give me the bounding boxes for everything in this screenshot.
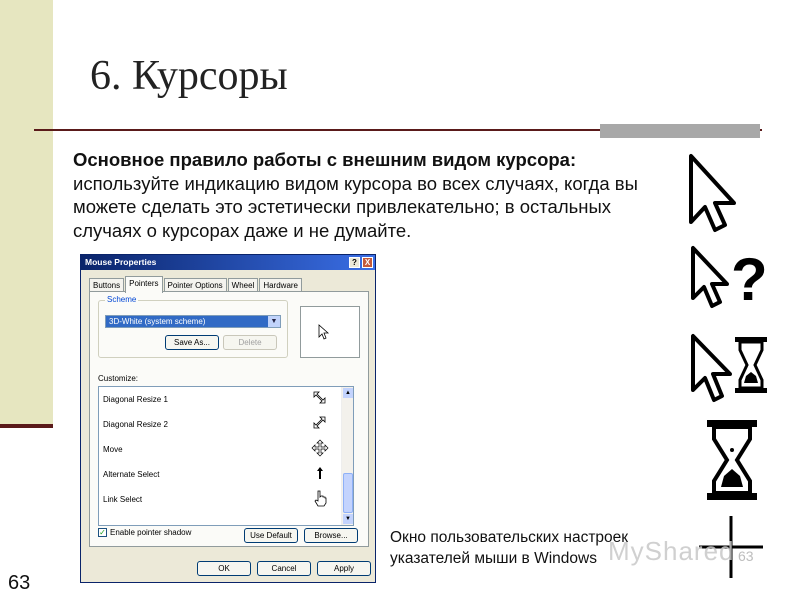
enable-shadow-checkbox[interactable]: ✓	[98, 528, 107, 537]
list-item-name: Link Select	[103, 495, 143, 504]
watermark: MyShared	[608, 536, 735, 566]
title-rule-block	[600, 124, 760, 138]
up-arrow-icon	[317, 467, 323, 479]
dialog-title: Mouse Properties	[85, 257, 157, 267]
scroll-up-icon[interactable]: ▲	[343, 388, 353, 398]
scroll-thumb[interactable]	[343, 473, 353, 513]
list-item-name: Diagonal Resize 1	[103, 395, 168, 404]
cursor-list: Diagonal Resize 1 Diagonal Resize 2 Move…	[98, 386, 354, 526]
list-item[interactable]: Diagonal Resize 2	[103, 412, 339, 437]
help-button[interactable]: ?	[349, 257, 360, 268]
arrow-icon	[689, 154, 736, 232]
left-accent-line	[0, 424, 53, 428]
customize-label: Customize:	[98, 374, 139, 383]
scroll-down-icon[interactable]: ▼	[343, 514, 353, 524]
pointers-panel: Scheme 3D-White (system scheme) ▼ Save A…	[89, 291, 369, 547]
watermark-number: 63	[738, 548, 754, 564]
list-item[interactable]: Link Select	[103, 487, 339, 512]
preview-arrow-icon	[318, 324, 330, 340]
body-regular-text: используйте индикацию видом курсора во в…	[73, 172, 638, 241]
chevron-down-icon[interactable]: ▼	[268, 316, 280, 327]
scheme-value: 3D-White (system scheme)	[109, 317, 206, 326]
dialog-titlebar: Mouse Properties ? X	[81, 255, 375, 270]
list-item[interactable]: Diagonal Resize 1	[103, 387, 339, 412]
ok-button[interactable]: OK	[197, 561, 251, 576]
list-item-name: Alternate Select	[103, 470, 160, 479]
enable-shadow-label: Enable pointer shadow	[110, 528, 192, 537]
diagonal-resize-1-icon	[313, 391, 326, 404]
cancel-button[interactable]: Cancel	[257, 561, 311, 576]
mouse-properties-dialog: Mouse Properties ? X Buttons Pointers Po…	[80, 254, 376, 583]
busy-arrow-icon	[691, 334, 767, 402]
svg-text:?: ?	[731, 246, 768, 313]
dialog-tabs: Buttons Pointers Pointer Options Wheel H…	[89, 276, 303, 293]
enable-shadow-row: ✓ Enable pointer shadow	[98, 528, 191, 537]
slide-title: 6. Курсоры	[90, 53, 288, 99]
list-scrollbar[interactable]: ▲ ▼	[341, 387, 353, 525]
scheme-label: Scheme	[105, 295, 139, 304]
scheme-group: Scheme 3D-White (system scheme) ▼ Save A…	[98, 295, 288, 358]
help-arrow-icon: ?	[691, 246, 768, 313]
body-text: Основное правило работы с внешним видом …	[73, 148, 673, 242]
delete-button[interactable]: Delete	[223, 335, 277, 350]
hourglass-icon	[707, 420, 757, 500]
move-icon	[311, 439, 329, 457]
pointer-preview	[300, 306, 360, 358]
list-item-name: Move	[103, 445, 123, 454]
scheme-select[interactable]: 3D-White (system scheme) ▼	[105, 315, 281, 328]
list-item-name: Diagonal Resize 2	[103, 420, 168, 429]
diagonal-resize-2-icon	[313, 416, 326, 429]
save-as-button[interactable]: Save As...	[165, 335, 219, 350]
cursor-icons-column: ?	[689, 154, 768, 578]
list-item[interactable]: Alternate Select	[103, 462, 339, 487]
list-item[interactable]: Move	[103, 437, 339, 462]
apply-button[interactable]: Apply	[317, 561, 371, 576]
hand-icon	[314, 490, 327, 507]
use-default-button[interactable]: Use Default	[244, 528, 298, 543]
tab-pointers[interactable]: Pointers	[125, 276, 163, 293]
left-accent-bar	[0, 0, 53, 428]
body-bold-text: Основное правило работы с внешним видом …	[73, 149, 577, 170]
page-number: 63	[8, 572, 31, 594]
browse-button[interactable]: Browse...	[304, 528, 358, 543]
close-button[interactable]: X	[362, 257, 373, 268]
